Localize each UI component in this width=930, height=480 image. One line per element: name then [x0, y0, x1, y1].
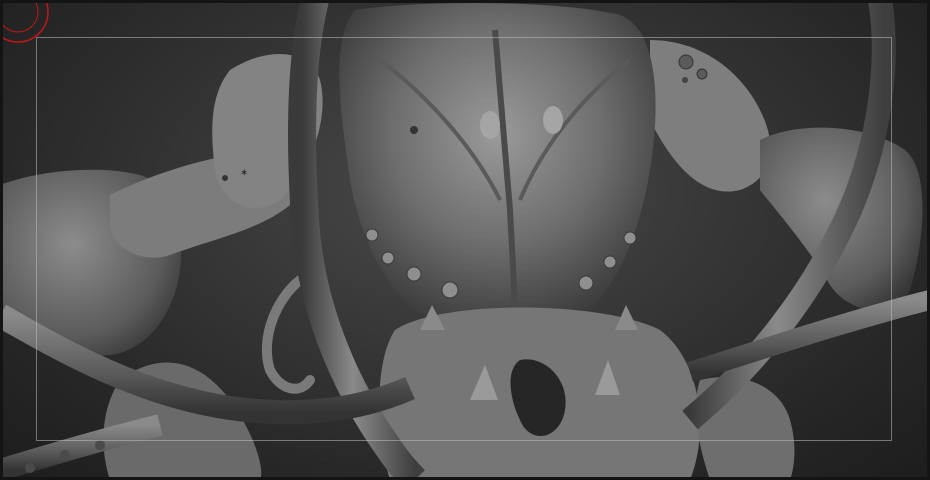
- sculpt-model[interactable]: ✶: [0, 0, 930, 480]
- orbit-gizmo-icon[interactable]: [0, 0, 60, 50]
- sculpt-viewport[interactable]: ✶: [0, 0, 930, 480]
- creature-back: [339, 3, 656, 333]
- svg-text:✶: ✶: [240, 168, 248, 179]
- creature-lower-body: [379, 305, 700, 480]
